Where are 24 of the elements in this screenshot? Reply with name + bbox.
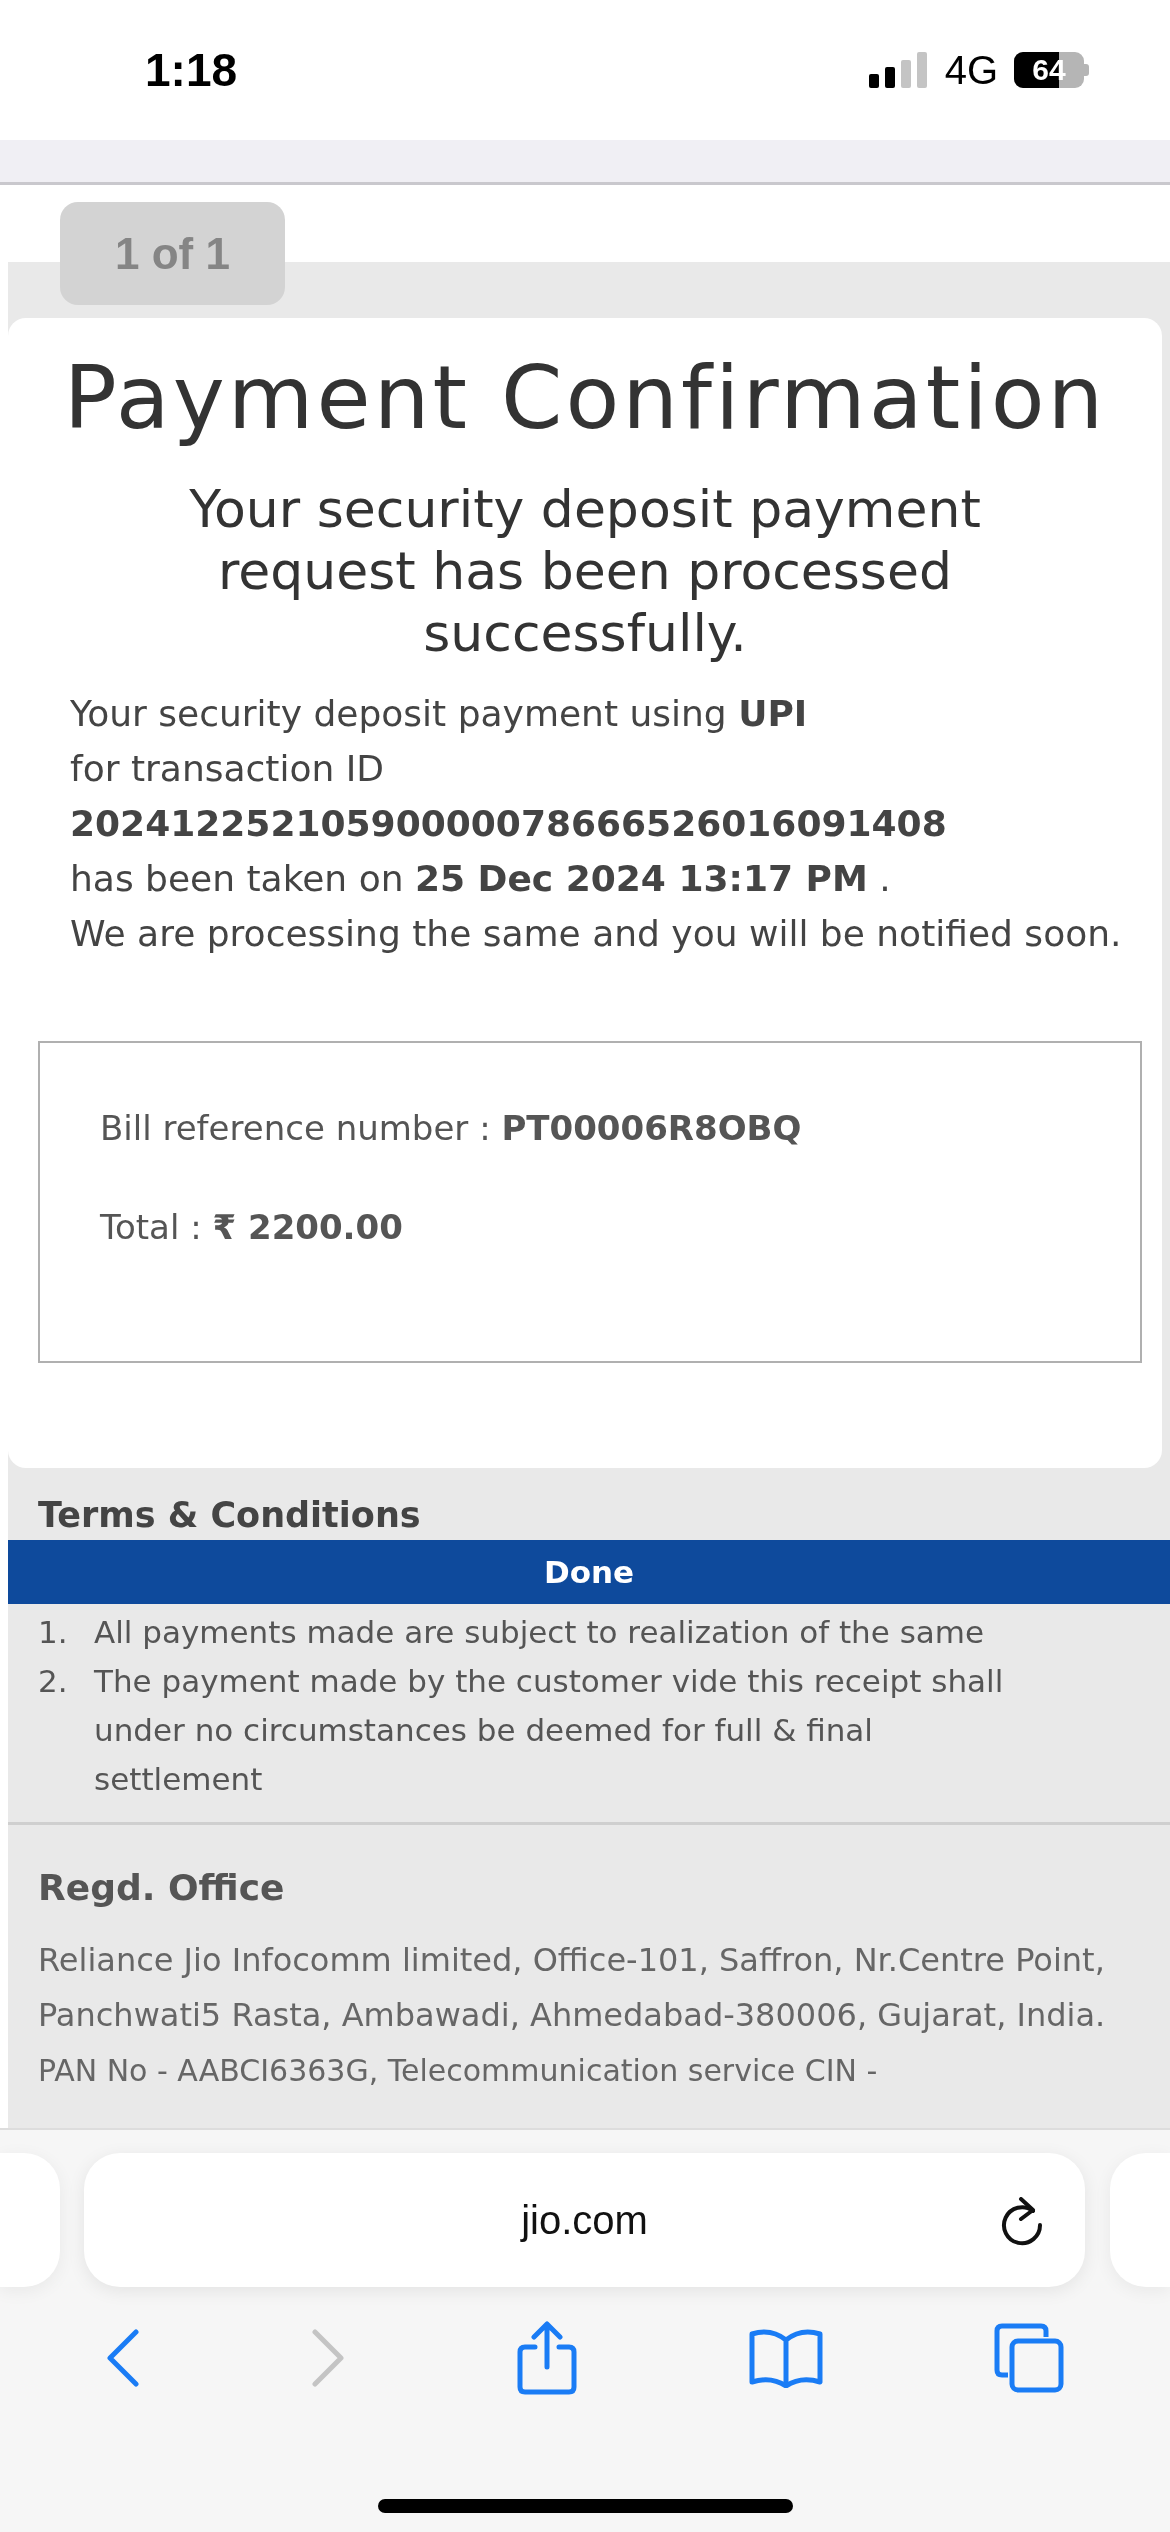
- clock-time: 1:18: [145, 43, 238, 97]
- terms-item: All payments made are subject to realization of the same: [94, 1613, 985, 1652]
- back-icon[interactable]: [105, 2329, 140, 2387]
- terms-heading: Terms & Conditions: [38, 1494, 422, 1537]
- done-button[interactable]: Done: [8, 1540, 1170, 1604]
- bill-reference: Bill reference number : PT00006R8OBQ: [100, 1107, 803, 1150]
- reload-icon[interactable]: [999, 2197, 1045, 2247]
- address-bar[interactable]: jio.com: [84, 2153, 1085, 2287]
- page-title: Payment Confirmation: [62, 348, 1108, 448]
- bill-total: Total : ₹ 2200.00: [100, 1206, 404, 1249]
- item-number: 1.: [38, 1613, 69, 1652]
- tabs-icon[interactable]: [994, 2323, 1065, 2393]
- page-counter: 1 of 1: [60, 202, 285, 305]
- terms-item: The payment made by the customer vide this receipt shall under no circumstances be deemed for full & final settlement: [94, 1662, 1005, 1799]
- pan-line: PAN No - AABCI6363G, Telecommunication service CIN -: [38, 2052, 879, 2090]
- office-address: Reliance Jio Infocomm limited, Office-101, Saffron, Nr.Centre Point, Panchwati5 Rasta, Ambawadi, Ahmedabad-380006, Gujarat, India.: [38, 1940, 1107, 2036]
- office-heading: Regd. Office: [38, 1866, 286, 1910]
- book-icon[interactable]: [748, 2328, 823, 2388]
- payment-message: Your security deposit payment using UPI for transaction ID 20241225210590000078666526016091408 has been taken on 25 Dec 2024 13:17 PM . We are processing the same and you will be notified soon.: [70, 692, 1122, 956]
- network-label: 4G: [944, 47, 998, 93]
- item-number: 2.: [38, 1662, 69, 1701]
- subtitle: Your security deposit payment request has been processed successfully.: [188, 478, 982, 664]
- signal-icon: [868, 52, 929, 88]
- share-icon[interactable]: [517, 2321, 577, 2395]
